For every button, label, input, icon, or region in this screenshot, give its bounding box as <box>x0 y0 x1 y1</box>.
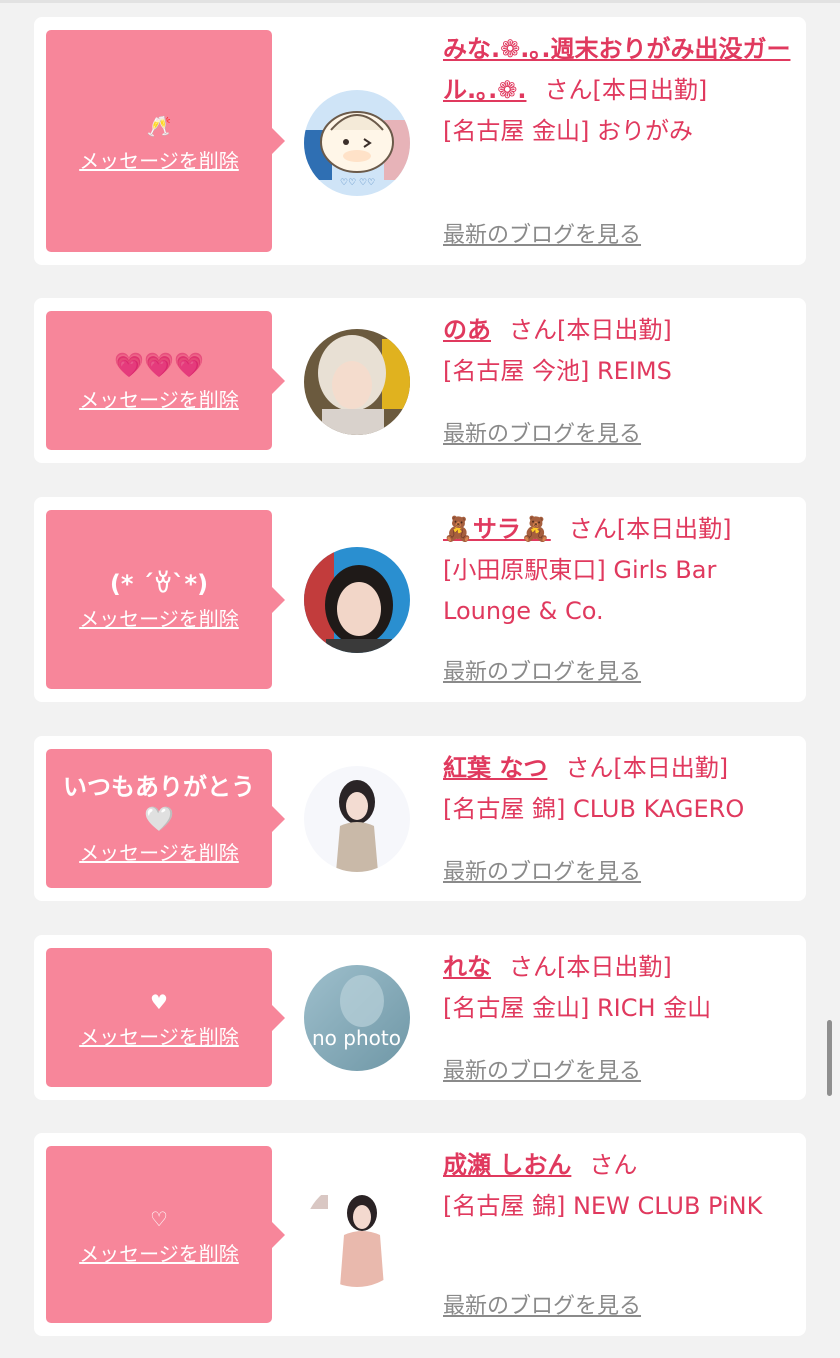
delete-message-link[interactable]: メッセージを削除 <box>79 837 239 866</box>
shop-name: [名古屋 錦] NEW CLUB PiNK <box>443 1192 763 1220</box>
san-suffix: さん <box>565 754 614 782</box>
san-suffix: さん <box>568 515 617 543</box>
avatar[interactable] <box>304 547 410 653</box>
latest-blog-link[interactable]: 最新のブログを見る <box>443 416 641 448</box>
shop-name: [名古屋 金山] RICH 金山 <box>443 994 712 1022</box>
girl-info: 紅葉 なつ さん[本日出勤] [名古屋 錦] CLUB KAGERO <box>443 748 793 830</box>
avatar[interactable] <box>304 766 410 872</box>
delete-message-link[interactable]: メッセージを削除 <box>79 603 239 632</box>
message-card: (* ´ꈊ`*) メッセージを削除 🧸サラ🧸 さん[本日出勤] [小田原駅東口] … <box>34 497 806 702</box>
girl-info: のあ さん[本日出勤] [名古屋 今池] REIMS <box>443 310 793 392</box>
message-bubble: (* ´ꈊ`*) メッセージを削除 <box>46 510 285 689</box>
cartoon-avatar-image: ♡♡ ♡♡ <box>304 90 410 196</box>
latest-blog-link[interactable]: 最新のブログを見る <box>443 1053 641 1085</box>
message-text: ♥ <box>150 990 168 1014</box>
top-divider <box>0 0 840 3</box>
avatar[interactable] <box>304 329 410 435</box>
delete-message-link[interactable]: メッセージを削除 <box>79 1021 239 1050</box>
girl-info: 成瀬 しおん さん [名古屋 錦] NEW CLUB PiNK <box>443 1145 793 1227</box>
message-text: 💗💗💗 <box>114 351 204 379</box>
latest-blog-link[interactable]: 最新のブログを見る <box>443 854 641 886</box>
profile-photo-image <box>304 1181 410 1287</box>
delete-message-link[interactable]: メッセージを削除 <box>79 1238 239 1267</box>
girl-name-link[interactable]: のあ <box>443 316 491 344</box>
message-bubble: 🥂 メッセージを削除 <box>46 30 285 252</box>
profile-photo-image <box>304 766 410 872</box>
message-card: いつもありがとう🤍 メッセージを削除 紅葉 なつ さん[本日出勤] [名古屋 錦]… <box>34 736 806 901</box>
san-suffix: さん <box>509 316 557 344</box>
girl-name-link[interactable]: れな <box>443 953 491 981</box>
shop-name: [名古屋 錦] CLUB KAGERO <box>443 795 745 823</box>
no-photo-label: no photo <box>312 1026 401 1050</box>
message-text: 🥂 <box>146 113 172 138</box>
message-card: 💗💗💗 メッセージを削除 のあ さん[本日出勤] [名古屋 今池] REIMS 最… <box>34 298 806 463</box>
san-suffix: さん <box>544 76 593 104</box>
avatar[interactable] <box>304 1181 410 1287</box>
girl-name-link[interactable]: 🧸サラ🧸 <box>443 515 551 543</box>
message-bubble: ♡ メッセージを削除 <box>46 1146 285 1323</box>
attendance-status: [本日出勤] <box>557 953 672 981</box>
girl-info: 🧸サラ🧸 さん[本日出勤] [小田原駅東口] Girls Bar Lounge &… <box>443 509 793 632</box>
avatar[interactable]: ♡♡ ♡♡ <box>304 90 410 196</box>
attendance-status: [本日出勤] <box>616 515 732 543</box>
girl-name-link[interactable]: 成瀬 しおん <box>443 1151 571 1179</box>
delete-message-link[interactable]: メッセージを削除 <box>79 145 239 174</box>
svg-text:♡♡ ♡♡: ♡♡ ♡♡ <box>340 178 375 188</box>
san-suffix: さん <box>509 953 557 981</box>
shop-name: [名古屋 今池] REIMS <box>443 357 672 385</box>
latest-blog-link[interactable]: 最新のブログを見る <box>443 217 641 249</box>
profile-photo-image <box>304 329 410 435</box>
delete-message-link[interactable]: メッセージを削除 <box>79 384 239 413</box>
attendance-status: [本日出勤] <box>613 754 729 782</box>
message-bubble: 💗💗💗 メッセージを削除 <box>46 311 285 450</box>
message-text: いつもありがとう🤍 <box>63 773 255 833</box>
girl-info: れな さん[本日出勤] [名古屋 金山] RICH 金山 <box>443 947 793 1029</box>
message-card: ♥ メッセージを削除 no photo れな さん[本日出勤] [名古屋 金山] … <box>34 935 806 1100</box>
profile-photo-image <box>304 547 410 653</box>
attendance-status: [本日出勤] <box>557 316 672 344</box>
latest-blog-link[interactable]: 最新のブログを見る <box>443 654 641 686</box>
no-photo-image: no photo <box>304 965 410 1071</box>
message-text: (* ´ꈊ`*) <box>109 570 209 598</box>
shop-name: [小田原駅東口] Girls Bar Lounge & Co. <box>443 556 717 625</box>
attendance-status: [本日出勤] <box>592 76 708 104</box>
message-card: 🥂 メッセージを削除 ♡♡ ♡♡ みな.❁.｡.週末おりがみ出没ガール.｡.❁.… <box>34 17 806 265</box>
scrollbar[interactable] <box>827 1020 832 1096</box>
message-bubble: ♥ メッセージを削除 <box>46 948 285 1087</box>
san-suffix: さん <box>589 1151 638 1179</box>
girl-info: みな.❁.｡.週末おりがみ出没ガール.｡.❁. さん[本日出勤] [名古屋 金山]… <box>443 29 793 152</box>
latest-blog-link[interactable]: 最新のブログを見る <box>443 1288 641 1320</box>
message-bubble: いつもありがとう🤍 メッセージを削除 <box>46 749 285 888</box>
girl-name-link[interactable]: 紅葉 なつ <box>443 754 547 782</box>
message-card: ♡ メッセージを削除 成瀬 しおん さん [名古屋 錦] NEW CLUB PiN… <box>34 1133 806 1336</box>
avatar[interactable]: no photo <box>304 965 410 1071</box>
shop-name: [名古屋 金山] おりがみ <box>443 117 693 145</box>
message-text: ♡ <box>150 1207 168 1231</box>
